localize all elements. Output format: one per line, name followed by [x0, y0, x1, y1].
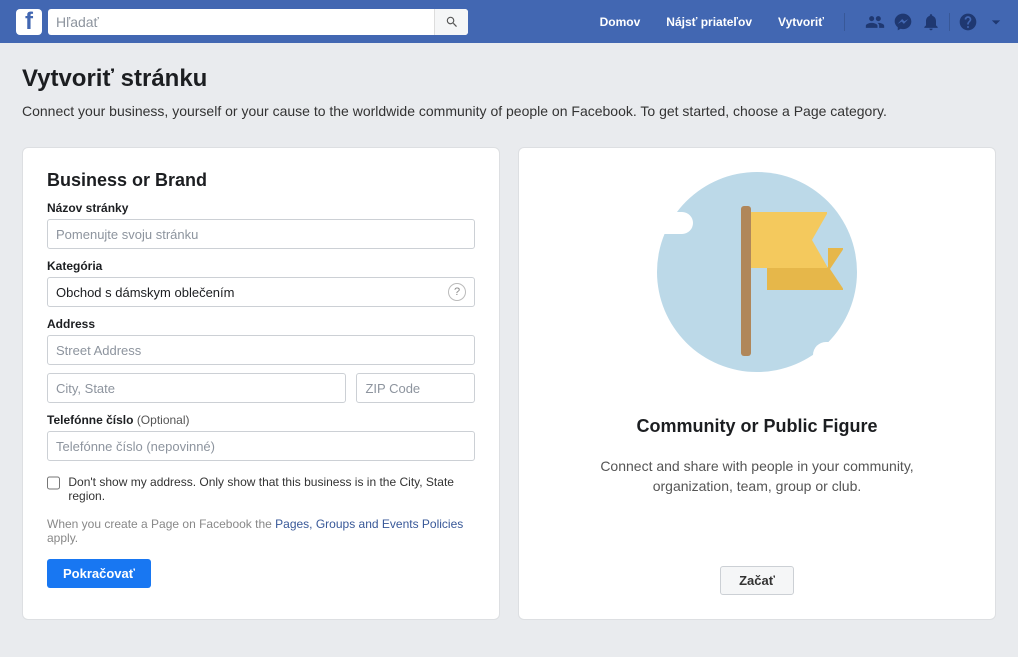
- category-label: Kategória: [47, 259, 475, 273]
- name-label: Názov stránky: [47, 201, 475, 215]
- caret-down-icon: [986, 12, 1006, 32]
- search-button[interactable]: [434, 9, 468, 35]
- messenger-icon: [893, 12, 913, 32]
- hide-address-text: Don't show my address. Only show that th…: [68, 475, 475, 503]
- top-navbar: f Domov Nájsť priateľov Vytvoriť: [0, 0, 1018, 43]
- continue-button[interactable]: Pokračovať: [47, 559, 151, 588]
- business-card: Business or Brand Názov stránky Kategóri…: [22, 147, 500, 620]
- city-input[interactable]: [47, 373, 346, 403]
- help-icon: [958, 12, 978, 32]
- phone-input[interactable]: [47, 431, 475, 461]
- community-illustration: [637, 162, 877, 402]
- policies-link[interactable]: Pages, Groups and Events Policies: [275, 517, 463, 531]
- community-card: Community or Public Figure Connect and s…: [518, 147, 996, 620]
- nav-account-menu[interactable]: [982, 0, 1010, 43]
- address-label: Address: [47, 317, 475, 331]
- nav-separator: [949, 13, 950, 31]
- nav-notifications[interactable]: [917, 0, 945, 43]
- friends-icon: [865, 12, 885, 32]
- zip-input[interactable]: [356, 373, 475, 403]
- page-content: Vytvoriť stránku Connect your business, …: [0, 43, 1018, 620]
- phone-label: Telefónne číslo (Optional): [47, 413, 475, 427]
- page-subtitle: Connect your business, yourself or your …: [22, 103, 996, 119]
- bell-icon: [921, 12, 941, 32]
- nav-separator: [844, 13, 845, 31]
- policy-note: When you create a Page on Facebook the P…: [47, 517, 475, 545]
- nav-home[interactable]: Domov: [590, 0, 651, 43]
- start-button[interactable]: Začať: [720, 566, 794, 595]
- nav-help[interactable]: [954, 0, 982, 43]
- business-heading: Business or Brand: [47, 170, 475, 191]
- category-value: Obchod s dámskym oblečením: [56, 285, 234, 300]
- nav-find-friends[interactable]: Nájsť priateľov: [656, 0, 762, 43]
- search-icon: [445, 15, 459, 29]
- street-input[interactable]: [47, 335, 475, 365]
- page-title: Vytvoriť stránku: [22, 65, 996, 93]
- search-wrap: [48, 9, 468, 35]
- hide-address-row[interactable]: Don't show my address. Only show that th…: [47, 475, 475, 503]
- category-help-icon[interactable]: ?: [448, 283, 466, 301]
- community-heading: Community or Public Figure: [636, 416, 877, 437]
- page-name-input[interactable]: [47, 219, 475, 249]
- fb-logo[interactable]: f: [16, 9, 42, 35]
- nav-messages[interactable]: [889, 0, 917, 43]
- search-input[interactable]: [48, 9, 468, 35]
- community-description: Connect and share with people in your co…: [579, 457, 935, 496]
- nav-create[interactable]: Vytvoriť: [768, 0, 834, 43]
- nav-friend-requests[interactable]: [861, 0, 889, 43]
- category-input[interactable]: Obchod s dámskym oblečením ?: [47, 277, 475, 307]
- hide-address-checkbox[interactable]: [47, 476, 60, 490]
